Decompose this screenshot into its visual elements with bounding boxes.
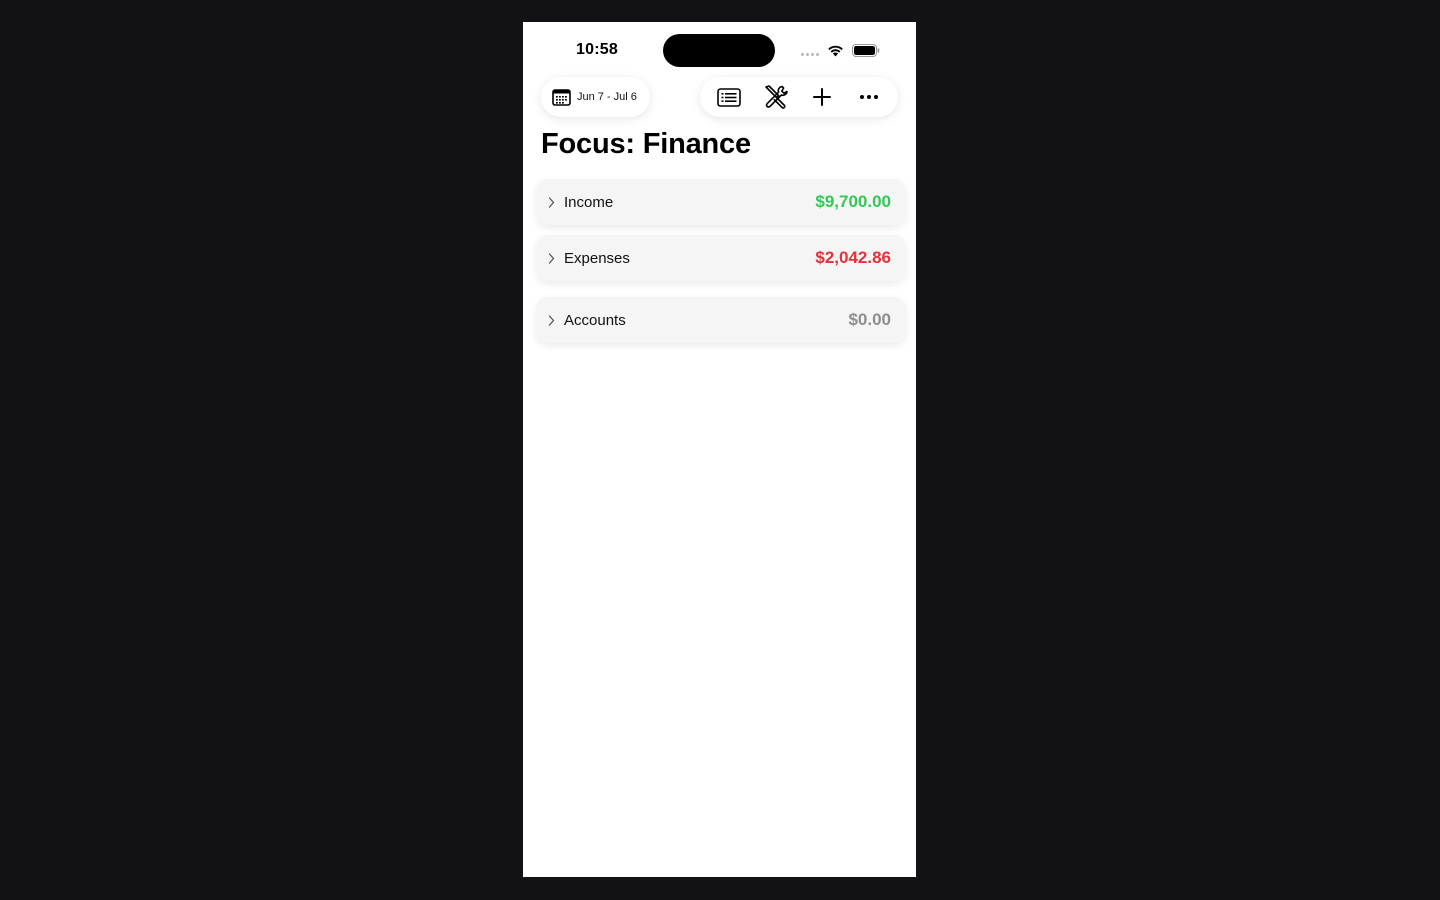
date-range-button[interactable]: Jun 7 - Jul 6	[541, 77, 650, 117]
chevron-right-icon	[548, 252, 558, 264]
battery-icon	[852, 43, 880, 57]
cellular-signal-icon	[801, 44, 819, 56]
list-view-button[interactable]	[711, 79, 747, 115]
accounts-label: Accounts	[564, 311, 626, 329]
income-row[interactable]: Income $9,700.00	[536, 179, 906, 225]
dynamic-island	[663, 34, 775, 67]
expenses-label: Expenses	[564, 249, 630, 267]
page-title: Focus: Finance	[541, 128, 751, 160]
date-range-label: Jun 7 - Jul 6	[577, 91, 637, 103]
more-icon	[859, 95, 878, 99]
income-label: Income	[564, 193, 614, 211]
toolbar-actions	[700, 77, 898, 117]
tools-button[interactable]	[758, 79, 794, 115]
status-time: 10:58	[576, 41, 618, 58]
expenses-row[interactable]: Expenses $2,042.86	[536, 235, 906, 281]
calendar-icon	[552, 89, 571, 106]
accounts-amount: $0.00	[848, 310, 891, 329]
accounts-row[interactable]: Accounts $0.00	[536, 297, 906, 343]
status-indicators	[801, 42, 880, 58]
tools-icon	[764, 85, 788, 109]
wifi-icon	[828, 45, 843, 56]
expenses-amount: $2,042.86	[815, 248, 891, 267]
chevron-right-icon	[548, 314, 558, 326]
more-button[interactable]	[851, 79, 887, 115]
income-amount: $9,700.00	[815, 192, 891, 211]
add-button[interactable]	[804, 79, 840, 115]
plus-icon	[813, 88, 832, 106]
chevron-right-icon	[548, 196, 558, 208]
list-icon	[717, 87, 742, 107]
phone-screen: 10:58 Jun 7 - Jul 6 Focus: Finance Incom…	[523, 22, 916, 877]
